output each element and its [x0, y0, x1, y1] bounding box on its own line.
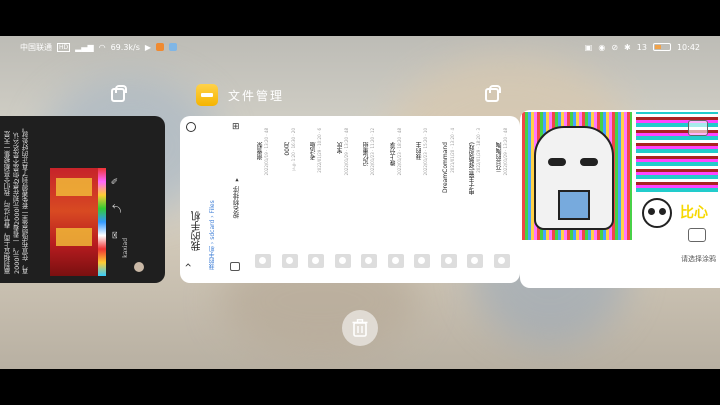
recent-card-sticker[interactable]: 比心 请选择涂鸦	[520, 110, 720, 288]
sort-dropdown[interactable]: 按名称排序 ▾	[232, 176, 242, 219]
lock-icon[interactable]	[485, 85, 501, 102]
folder-meta: 2022/01/29 · 10:20 · 6	[317, 128, 322, 173]
carrier-label: 中国联通	[20, 42, 52, 52]
folder-row[interactable]: 00月 下午 1:20 · 16:30 · 20	[281, 122, 298, 272]
folder-meta: 2022/01/23 · 18:20 · 48	[396, 128, 402, 176]
eye-icon: ◉	[598, 42, 606, 52]
folder-icon	[387, 254, 404, 268]
camera-icon: ▶	[144, 42, 152, 52]
share-icon[interactable]: ⤴	[110, 204, 123, 213]
signal-icon: ▂▄▆	[75, 42, 94, 52]
palette-icon[interactable]	[688, 120, 708, 136]
folder-icon	[414, 254, 430, 268]
folder-row[interactable]: 宝庆 2022/01/29 · 13:20 · 48	[334, 122, 351, 272]
folder-row[interactable]: DreamCommand 2021/01/20 · 13:20 · 4	[440, 122, 457, 272]
folder-row[interactable]: 电子主管(驿路游戏) 2022/01/29 · 18:20 · 3	[467, 122, 483, 272]
folder-icon	[308, 254, 324, 268]
chat-icon[interactable]: ✉	[111, 231, 121, 239]
folder-icon	[255, 254, 271, 268]
speed-label: 69.3k/s	[110, 42, 140, 52]
app-notify-icon-2	[169, 43, 178, 51]
clock: 10:42	[676, 42, 700, 52]
color-strip	[98, 168, 106, 276]
breadcrumb-item[interactable]: Files	[209, 200, 216, 213]
wifi-icon: ◠	[98, 42, 106, 52]
nfc-icon: ▣	[584, 42, 593, 52]
folder-meta: 2022/01/23 · 15:20 · 10	[423, 128, 428, 176]
avatar-label: kaxiad	[122, 238, 129, 258]
folder-icon	[493, 254, 510, 268]
folder-icon	[281, 254, 298, 268]
lock-icon[interactable]	[111, 85, 127, 102]
new-folder-icon[interactable]	[230, 262, 240, 271]
recents-screen: 中国联通 HD ▂▄▆ ◠ 69.3k/s ▶ ▣ ◉ ⊘ ✱ 13 10:42…	[0, 36, 720, 369]
folder-meta: 下午 1:20 · 16:30 · 20	[290, 128, 296, 171]
folder-meta: 2021/01/20 · 13:20 · 4	[449, 128, 455, 173]
folder-meta: 2022/01/23 · 11:20 · 12	[370, 128, 375, 176]
folder-meta: 2022/01/29 · 18:20 · 3	[476, 128, 481, 173]
delete-all-button[interactable]	[342, 310, 378, 346]
folder-icon	[467, 254, 483, 268]
folder-row[interactable]: 考试版 2022/01/29 · 10:20 · 6	[308, 122, 324, 272]
recent-card-article[interactable]: 赢到相宜上面，春节过后，我们全员都被集一天是2000元。一看看2000元现在是2…	[0, 116, 165, 283]
hint-label: 请选择涂鸦	[681, 255, 716, 263]
folder-row[interactable]: 我的主 2022/01/23 · 15:20 · 10	[414, 122, 430, 272]
app-name: 文件管理	[228, 88, 285, 103]
network-badge: HD	[57, 42, 71, 52]
folder-meta: 2022/01/19 · 13:20 · 48	[264, 128, 269, 176]
app-label-file-manager[interactable]: 文件管理	[196, 84, 284, 106]
folder-row[interactable]: 元旦的陶陶 2022/01/29 · 13:20 · 48	[493, 122, 510, 272]
folder-name: DreamCommand	[441, 142, 449, 194]
avatar[interactable]	[134, 262, 144, 272]
folder-row[interactable]: 记忆重组 2022/01/23 · 11:20 · 12	[361, 122, 377, 272]
back-icon[interactable]: ‹	[181, 263, 195, 268]
grid-view-icon[interactable]: ⊞	[232, 122, 240, 132]
folder-meta: 2022/01/29 · 13:20 · 48	[343, 128, 349, 176]
folder-row[interactable]: 晚上分享 2022/01/23 · 18:20 · 48	[387, 122, 404, 272]
cat-sticker	[534, 126, 614, 230]
comment-icon[interactable]: ✎	[111, 177, 121, 185]
page-title: 我的手机	[192, 211, 203, 251]
folder-icon	[361, 254, 377, 268]
alarm-icon: ✱	[624, 42, 631, 52]
folder-icon	[334, 254, 351, 268]
breadcrumb-item[interactable]: 我的手机	[209, 246, 216, 270]
battery-percent: 13	[636, 42, 647, 52]
folder-meta: 2022/01/29 · 13:20 · 48	[502, 128, 508, 176]
folder-row[interactable]: 谢雪梨 2022/01/19 · 13:20 · 48	[255, 122, 271, 272]
breadcrumb: 我的手机 › sdcard › Files	[209, 200, 216, 270]
file-manager-app-icon	[196, 84, 218, 106]
search-icon[interactable]	[186, 122, 196, 132]
article-image	[50, 168, 98, 276]
app-notify-icon	[156, 43, 165, 51]
camera-icon[interactable]	[688, 228, 706, 242]
breadcrumb-item[interactable]: sdcard	[209, 220, 216, 240]
battery-icon	[652, 43, 671, 51]
trash-icon	[352, 319, 368, 337]
recent-card-file-manager[interactable]: ⊞ ‹ 我的手机 我的手机 › sdcard › Files 按名称排序 ▾ 谢…	[180, 116, 520, 283]
folder-icon	[440, 254, 457, 268]
status-bar: 中国联通 HD ▂▄▆ ◠ 69.3k/s ▶ ▣ ◉ ⊘ ✱ 13 10:42	[0, 36, 720, 58]
sticker-text: 比心	[680, 205, 708, 221]
mute-icon: ⊘	[611, 42, 619, 52]
